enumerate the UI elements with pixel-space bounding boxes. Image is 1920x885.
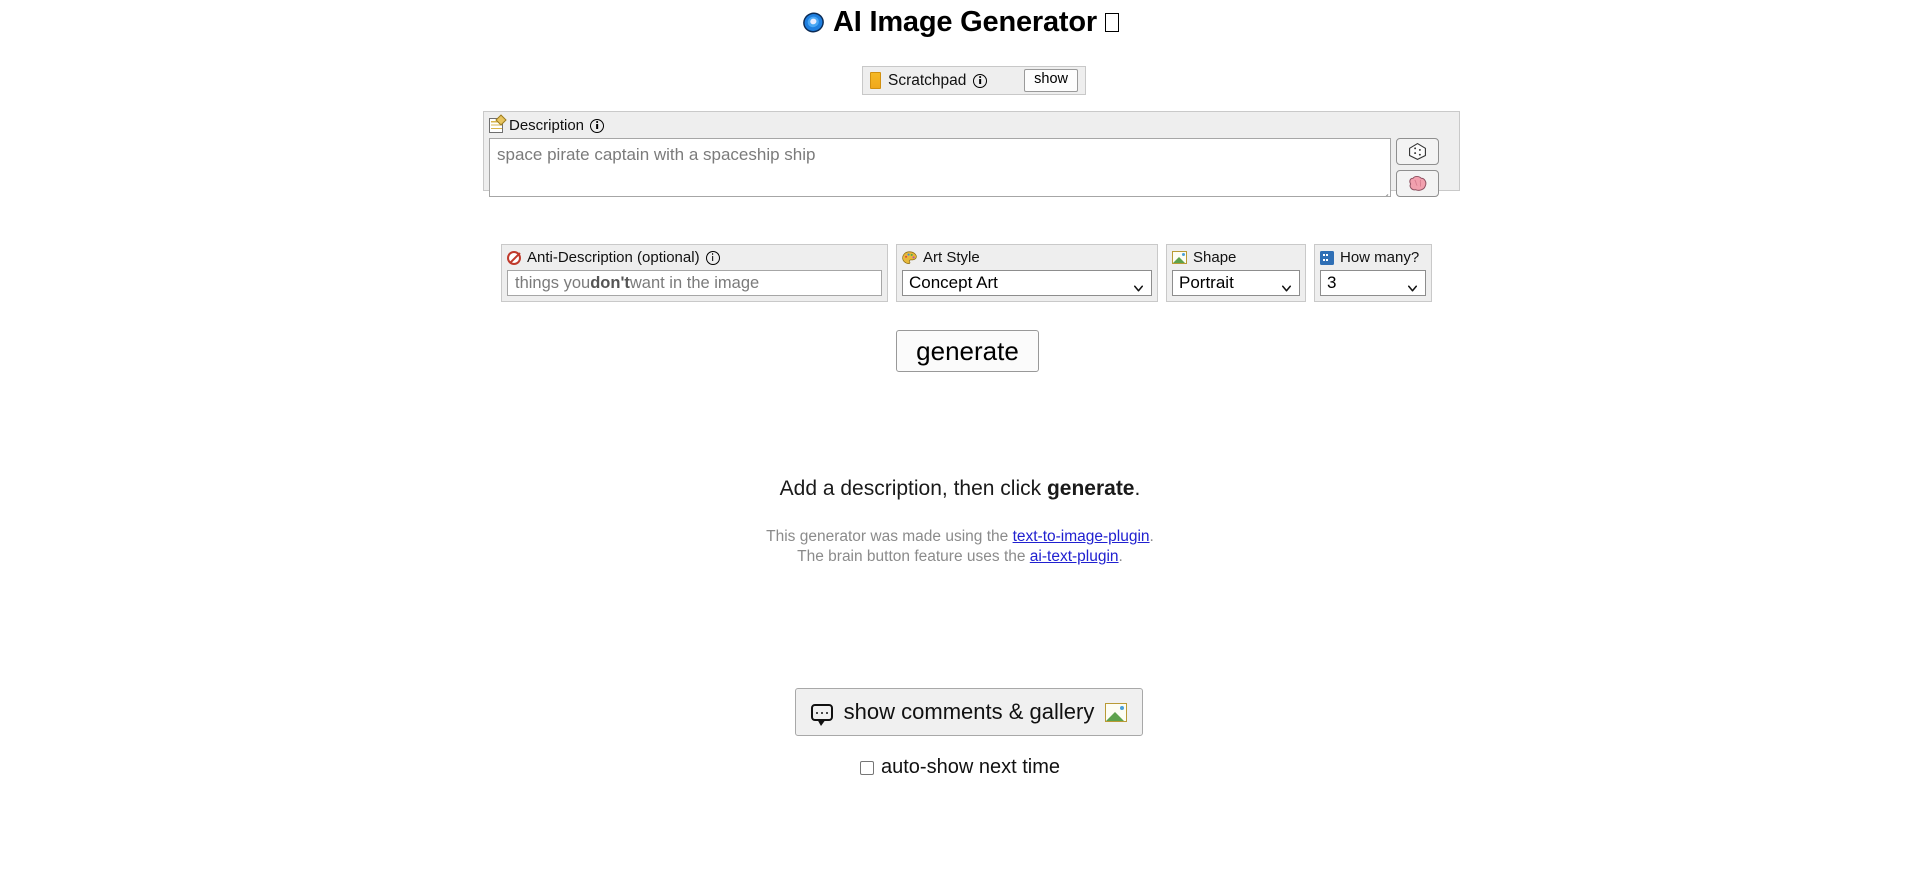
credits-line-2: The brain button feature uses the ai-tex… (0, 547, 1920, 567)
info-icon[interactable] (590, 118, 605, 133)
options-row: Anti-Description (optional) things you d… (501, 244, 1432, 302)
auto-show-label: auto-show next time (881, 756, 1060, 778)
page-title-text: AI Image Generator (833, 6, 1097, 38)
spiral-icon (801, 10, 826, 35)
art-style-label: Art Style (923, 249, 980, 266)
anti-description-placeholder-prefix: things you (515, 273, 591, 292)
description-label-row: Description (489, 116, 1454, 135)
picture-icon (1105, 702, 1128, 722)
shape-select[interactable]: Portrait (1172, 270, 1300, 296)
anti-description-label: Anti-Description (optional) (527, 249, 700, 266)
chevron-down-icon (1282, 278, 1291, 292)
show-comments-gallery-button[interactable]: show comments & gallery (795, 688, 1143, 736)
chevron-down-icon (1408, 278, 1417, 292)
status-suffix: . (1134, 477, 1141, 500)
page-title: AI Image Generator (801, 6, 1119, 39)
prohibited-icon (507, 250, 521, 265)
show-comments-gallery-label: show comments & gallery (843, 699, 1095, 724)
scratchpad-show-button[interactable]: show (1024, 69, 1078, 92)
status-bold: generate (1046, 477, 1135, 500)
credits-line-1-prefix: This generator was made using the (766, 528, 1013, 545)
memo-icon (489, 118, 503, 133)
brain-icon (1408, 175, 1428, 193)
description-input[interactable]: space pirate captain with a spaceship sh… (489, 138, 1391, 197)
text-to-image-plugin-link[interactable]: text-to-image-plugin (1013, 528, 1150, 545)
art-style-value: Concept Art (909, 273, 998, 292)
description-side-buttons (1396, 138, 1439, 197)
description-label: Description (509, 117, 585, 134)
status-prefix: Add a description, then click (779, 477, 1047, 500)
shape-panel: Shape Portrait (1166, 244, 1306, 302)
credits-line-1-suffix: . (1149, 528, 1154, 545)
anti-description-input[interactable]: things you don't want in the image (507, 270, 882, 296)
page-root: AI Image Generator Scratchpad show Descr… (0, 0, 1920, 885)
resize-handle[interactable] (1377, 184, 1389, 196)
input-numbers-icon (1320, 250, 1334, 265)
scratchpad-label: Scratchpad (888, 71, 967, 89)
note-icon (870, 72, 881, 89)
credits: This generator was made using the text-t… (0, 527, 1920, 567)
shape-label-row: Shape (1172, 248, 1300, 267)
info-icon[interactable] (705, 250, 720, 265)
info-icon[interactable] (973, 73, 988, 88)
description-panel: Description space pirate captain with a … (483, 111, 1460, 197)
chevron-down-icon (1134, 278, 1143, 292)
shape-label: Shape (1193, 249, 1237, 266)
art-style-label-row: Art Style (902, 248, 1152, 267)
generate-button[interactable]: generate (896, 330, 1039, 372)
brain-button[interactable] (1396, 170, 1439, 197)
credits-line-2-suffix: . (1118, 548, 1123, 565)
page-header: AI Image Generator (0, 6, 1920, 39)
how-many-value: 3 (1327, 273, 1337, 292)
anti-description-placeholder-suffix: want in the image (629, 273, 760, 292)
how-many-label: How many? (1340, 249, 1420, 266)
dice-icon (1408, 142, 1427, 161)
randomize-dice-button[interactable] (1396, 138, 1439, 165)
anti-description-label-row: Anti-Description (optional) (507, 248, 882, 267)
auto-show-row: auto-show next time (0, 756, 1920, 779)
how-many-panel: How many? 3 (1314, 244, 1432, 302)
description-body: space pirate captain with a spaceship sh… (489, 138, 1454, 197)
scratchpad-panel: Scratchpad show (862, 66, 1086, 95)
ai-text-plugin-link[interactable]: ai-text-plugin (1030, 548, 1119, 565)
status-message: Add a description, then click generate. (0, 477, 1920, 501)
art-style-select[interactable]: Concept Art (902, 270, 1152, 296)
auto-show-checkbox[interactable] (860, 760, 874, 775)
description-placeholder: space pirate captain with a spaceship sh… (497, 145, 816, 164)
anti-description-placeholder-bold: don't (590, 273, 630, 292)
speech-balloon-icon (810, 703, 833, 726)
how-many-label-row: How many? (1320, 248, 1426, 267)
missing-glyph-box-icon (1104, 13, 1119, 32)
credits-line-2-prefix: The brain button feature uses the (797, 548, 1030, 565)
credits-line-1: This generator was made using the text-t… (0, 527, 1920, 547)
anti-description-panel: Anti-Description (optional) things you d… (501, 244, 888, 302)
palette-icon (902, 250, 917, 265)
how-many-select[interactable]: 3 (1320, 270, 1426, 296)
art-style-panel: Art Style Concept Art (896, 244, 1158, 302)
shape-value: Portrait (1179, 273, 1234, 292)
picture-icon (1172, 251, 1187, 264)
